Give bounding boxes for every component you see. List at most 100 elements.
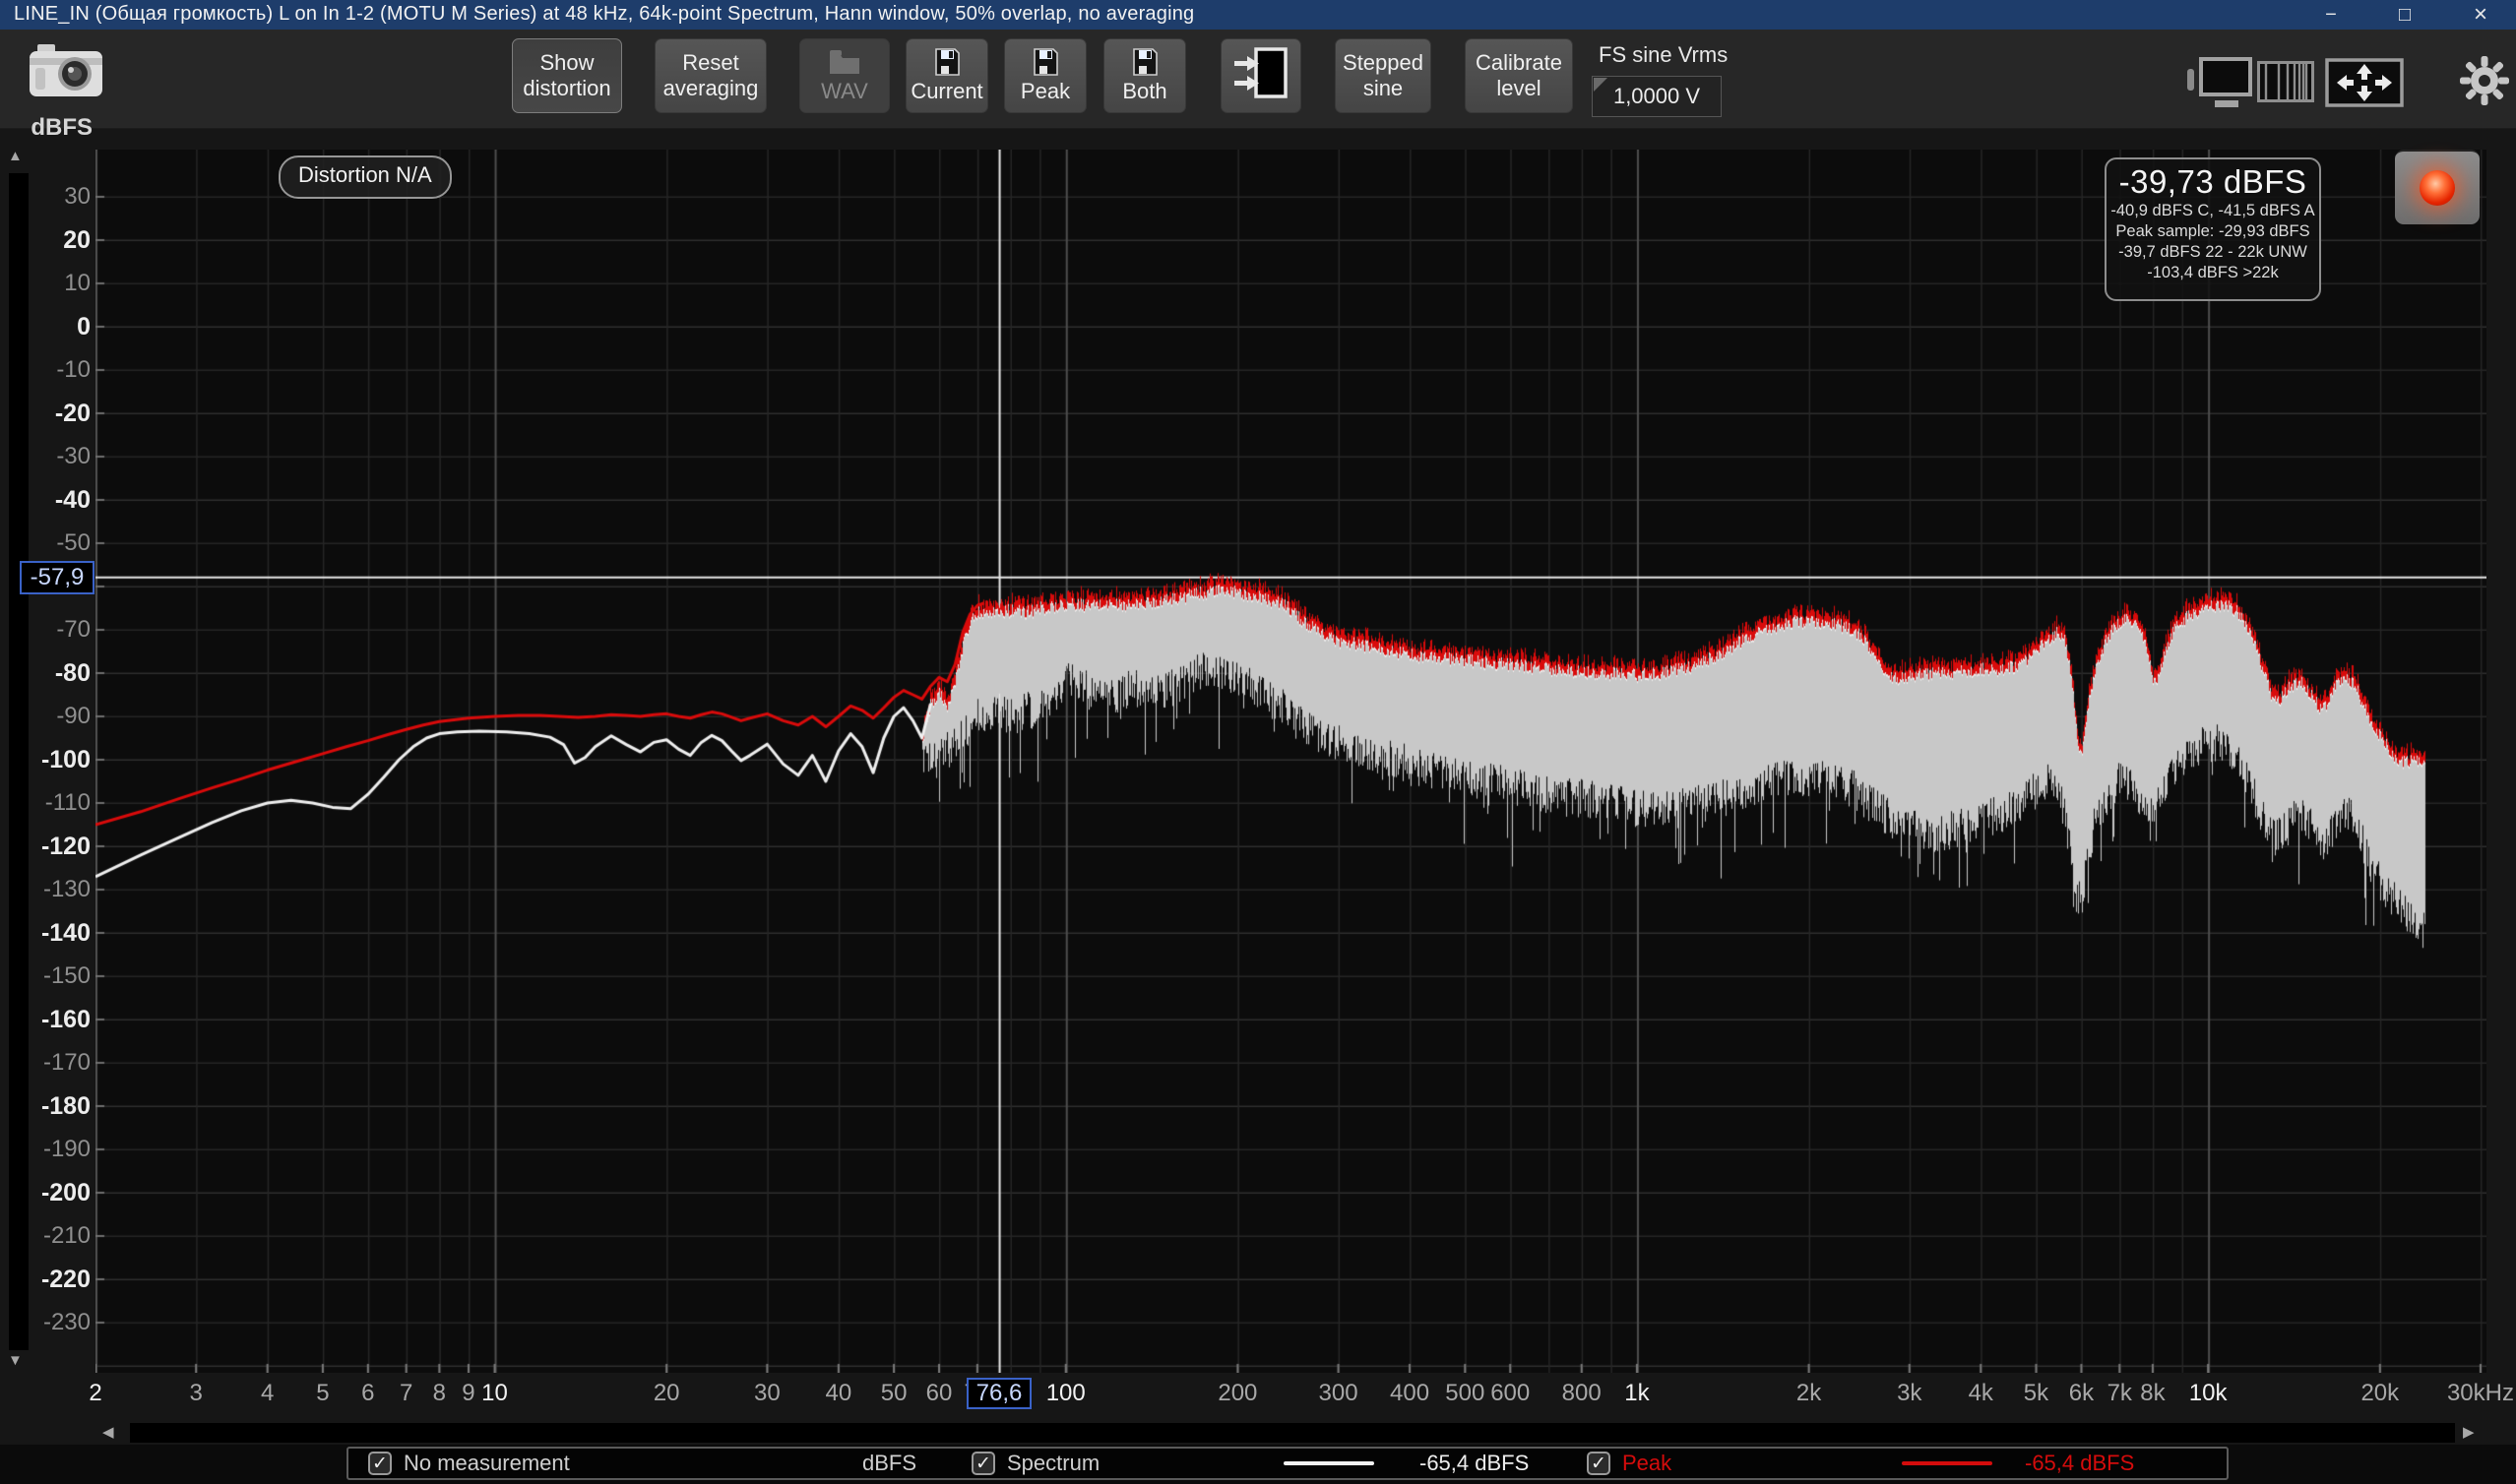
- no-measurement-checkbox[interactable]: ✓: [368, 1452, 392, 1475]
- peak-label: Peak: [1622, 1449, 1671, 1478]
- x-tick-label: 200: [1193, 1380, 1282, 1407]
- y-tick-label: -190: [28, 1135, 91, 1164]
- camera-icon: [30, 44, 104, 102]
- wav-label: WAV: [821, 79, 868, 104]
- status-bar: ✓ No measurement dBFS ✓ Spectrum -65,4 d…: [0, 1445, 2516, 1484]
- both-label: Both: [1122, 79, 1166, 104]
- scroll-down-icon[interactable]: ▼: [8, 1352, 23, 1369]
- freq-scale-button[interactable]: [2257, 61, 2314, 107]
- scroll-right-icon[interactable]: ▶: [2463, 1423, 2475, 1441]
- y-tick-label: 30: [28, 182, 91, 212]
- stepped-sine-button[interactable]: Stepped sine: [1335, 38, 1431, 113]
- reset-averaging-button[interactable]: Reset averaging: [655, 38, 767, 113]
- ultrasonic-level: -103,4 dBFS >22k: [2107, 263, 2319, 283]
- title-bar: LINE_IN (Общая громкость) L on In 1-2 (M…: [0, 0, 2516, 30]
- record-button[interactable]: [2395, 150, 2480, 224]
- wav-button[interactable]: WAV: [799, 38, 890, 113]
- y-tick-label: -110: [28, 788, 91, 818]
- spectrum-analyzer-app: LINE_IN (Общая громкость) L on In 1-2 (M…: [0, 0, 2516, 1484]
- freq-scale-icon: [2257, 61, 2314, 107]
- x-tick-label: 2k: [1765, 1380, 1854, 1407]
- display-mode-button[interactable]: [2187, 57, 2252, 113]
- import-icon: [1232, 45, 1289, 106]
- save-current-button[interactable]: Current: [906, 38, 988, 113]
- band-level: -39,7 dBFS 22 - 22k UNW: [2107, 242, 2319, 263]
- y-tick-label: -230: [28, 1308, 91, 1337]
- y-axis-title: dBFS: [30, 114, 93, 142]
- y-tick-label: -180: [28, 1091, 91, 1121]
- distortion-badge: Distortion N/A: [279, 155, 452, 199]
- folder-icon: [829, 47, 860, 77]
- show-distortion-button[interactable]: Show distortion: [512, 38, 622, 113]
- pan-zoom-button[interactable]: [2325, 58, 2404, 112]
- y-tick-label: -20: [28, 399, 91, 428]
- screenshot-button[interactable]: [28, 43, 106, 102]
- x-tick-label: 20k: [2336, 1380, 2424, 1407]
- level-info-box: -39,73 dBFS -40,9 dBFS C, -41,5 dBFS A P…: [2105, 157, 2321, 301]
- y-tick-label: 20: [28, 225, 91, 255]
- x-tick-label: 10: [451, 1380, 539, 1407]
- y-tick-label: -170: [28, 1048, 91, 1078]
- y-tick-label: -80: [28, 658, 91, 688]
- spectrum-plot[interactable]: [95, 150, 2486, 1373]
- spectrum-label: Spectrum: [1007, 1449, 1100, 1478]
- scroll-left-icon[interactable]: ◀: [102, 1423, 114, 1441]
- y-tick-label: -10: [28, 355, 91, 385]
- y-tick-label: -130: [28, 875, 91, 904]
- x-tick-label: 1k: [1593, 1380, 1681, 1407]
- legend-box: ✓ No measurement dBFS ✓ Spectrum -65,4 d…: [346, 1447, 2229, 1480]
- y-tick-label: -220: [28, 1265, 91, 1294]
- minimize-button[interactable]: −: [2308, 0, 2354, 30]
- settings-button[interactable]: [2459, 55, 2510, 111]
- y-tick-label: 10: [28, 269, 91, 298]
- peak-label: Peak: [1021, 79, 1070, 104]
- window-title: LINE_IN (Общая громкость) L on In 1-2 (M…: [14, 3, 1194, 26]
- settings-gear-icon: [2459, 55, 2510, 111]
- maximize-button[interactable]: □: [2382, 0, 2427, 30]
- fs-input-spinner[interactable]: [1594, 78, 1607, 92]
- reset-averaging-label: Reset averaging: [656, 50, 766, 101]
- fs-sine-vrms-input[interactable]: [1592, 76, 1722, 117]
- rms-level-value: -39,73 dBFS: [2107, 163, 2319, 201]
- peak-cursor-value: -65,4 dBFS: [2025, 1449, 2134, 1478]
- record-indicator-icon: [2420, 170, 2455, 206]
- save-both-button[interactable]: Both: [1103, 38, 1186, 113]
- y-tick-label: -70: [28, 615, 91, 645]
- peak-sample-level: Peak sample: -29,93 dBFS: [2107, 221, 2319, 242]
- y-tick-label: -160: [28, 1005, 91, 1034]
- y-tick-label: -210: [28, 1221, 91, 1251]
- y-tick-label: -40: [28, 485, 91, 515]
- spectrum-line-swatch: [1284, 1461, 1374, 1465]
- x-tick-label: 30kHz: [2436, 1380, 2516, 1407]
- horizontal-scrollbar[interactable]: [130, 1423, 2455, 1443]
- toolbar: Show distortion Reset averaging WAV: [0, 30, 2516, 129]
- y-tick-label: -120: [28, 832, 91, 861]
- floppy-icon: [1132, 47, 1158, 77]
- spectrum-checkbox[interactable]: ✓: [972, 1452, 995, 1475]
- scroll-up-icon[interactable]: ▲: [8, 148, 23, 164]
- x-tick-label: 2: [51, 1380, 140, 1407]
- y-tick-label: -200: [28, 1178, 91, 1207]
- close-button[interactable]: ×: [2458, 0, 2503, 30]
- peak-checkbox[interactable]: ✓: [1587, 1452, 1610, 1475]
- unit-label: dBFS: [862, 1449, 916, 1478]
- fs-sine-vrms-label: FS sine Vrms: [1599, 42, 1728, 68]
- y-tick-label: -140: [28, 918, 91, 948]
- stepped-sine-label: Stepped sine: [1336, 50, 1430, 101]
- x-tick-label: 100: [1022, 1380, 1110, 1407]
- y-tick-label: -150: [28, 961, 91, 991]
- cursor-level-readout: -57,9: [20, 561, 94, 594]
- floppy-icon: [1033, 47, 1058, 77]
- save-peak-button[interactable]: Peak: [1004, 38, 1087, 113]
- y-tick-label: -30: [28, 442, 91, 471]
- no-measurement-label: No measurement: [404, 1449, 570, 1478]
- vertical-scrollbar[interactable]: [9, 173, 29, 1350]
- x-tick-label: 20: [622, 1380, 711, 1407]
- spectrum-cursor-value: -65,4 dBFS: [1419, 1449, 1529, 1478]
- x-tick-label: 10k: [2164, 1380, 2252, 1407]
- y-tick-label: -100: [28, 745, 91, 774]
- calibrate-level-label: Calibrate level: [1466, 50, 1572, 101]
- import-button[interactable]: [1221, 38, 1301, 113]
- calibrate-level-button[interactable]: Calibrate level: [1465, 38, 1573, 113]
- monitor-icon: [2187, 57, 2252, 113]
